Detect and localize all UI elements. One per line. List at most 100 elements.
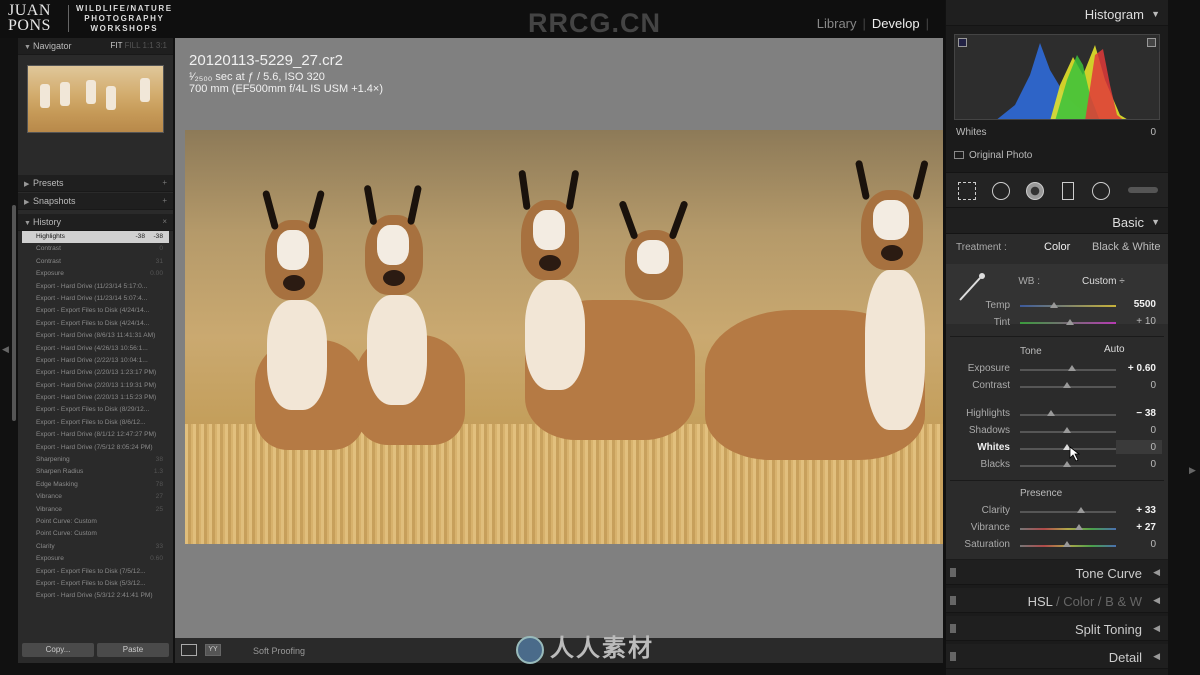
panel-switch-icon[interactable] [950,568,956,577]
navigator-header[interactable]: ▼ Navigator FIT FILL 1:1 3:1 [18,38,173,55]
contrast-value[interactable]: 0 [1112,380,1156,391]
history-item[interactable]: Vibrance 27 [22,491,169,503]
split-toning-header[interactable]: Split Toning ◀ [946,616,1168,641]
original-photo-toggle[interactable]: Original Photo [954,150,1032,161]
snapshots-header[interactable]: ▶ Snapshots + [18,193,173,210]
history-item[interactable]: Exposure 0.00 [22,268,169,280]
red-eye-icon[interactable] [1026,182,1044,200]
saturation-value[interactable]: 0 [1112,539,1156,550]
navigator-preview[interactable] [27,65,164,133]
clarity-slider-thumb[interactable] [1077,507,1085,513]
history-item[interactable]: Export - Hard Drive (8/6/13 11:41:31 AM) [22,330,169,342]
panel-switch-icon[interactable] [950,624,956,633]
vibrance-slider-thumb[interactable] [1075,524,1083,530]
history-scrollbar[interactable] [12,205,16,421]
panel-switch-icon[interactable] [950,596,956,605]
hsl-header[interactable]: HSL / Color / B & W ◀ [946,588,1168,613]
crop-tool-icon[interactable] [958,182,976,200]
temp-value[interactable]: 5500 [1112,299,1156,310]
vibrance-value[interactable]: + 27 [1112,522,1156,533]
add-snapshot-icon[interactable]: + [162,196,167,205]
clear-history-icon[interactable]: × [162,217,167,226]
exposure-slider-thumb[interactable] [1068,365,1076,371]
color-tab[interactable]: Color [1063,594,1094,609]
paste-button[interactable]: Paste [97,643,169,657]
adjustment-brush-icon[interactable] [1128,187,1158,193]
history-item[interactable]: Vibrance 25 [22,504,169,516]
history-item[interactable]: Highlights -38 -38 [22,231,169,244]
shadow-clipping-icon[interactable] [958,38,967,47]
clarity-slider[interactable] [1020,511,1116,513]
highlight-clipping-icon[interactable] [1147,38,1156,47]
before-after-icon[interactable]: YY [205,644,221,656]
history-item[interactable]: Sharpening 38 [22,454,169,466]
zoom-custom[interactable]: 3:1 [156,41,167,50]
highlights-slider-thumb[interactable] [1047,410,1055,416]
treatment-bw[interactable]: Black & White [1092,241,1160,253]
basic-header[interactable]: Basic ▼ [946,208,1168,234]
history-item[interactable]: Export - Hard Drive (2/20/13 1:23:17 PM) [22,367,169,379]
tint-slider-thumb[interactable] [1066,319,1074,325]
soft-proofing-label[interactable]: Soft Proofing [253,646,305,656]
history-item[interactable]: Export - Hard Drive (7/5/12 8:05:24 PM) [22,442,169,454]
blacks-value[interactable]: 0 [1112,459,1156,470]
right-panel-toggle-icon[interactable]: ▶ [1189,465,1196,476]
history-item[interactable]: Export - Export Files to Disk (8/6/12... [22,417,169,429]
contrast-slider-thumb[interactable] [1063,382,1071,388]
histogram-header[interactable]: Histogram ▼ [946,0,1168,26]
hsl-tab[interactable]: HSL [1028,594,1053,609]
auto-tone-button[interactable]: Auto [1104,344,1125,355]
history-item[interactable]: Export - Hard Drive (11/23/14 5:07:4... [22,293,169,305]
history-item[interactable]: Export - Hard Drive (8/1/12 12:47:27 PM) [22,429,169,441]
main-photo[interactable] [185,130,943,544]
treatment-color[interactable]: Color [1044,241,1070,253]
history-item[interactable]: Point Curve: Custom [22,516,169,528]
detail-header[interactable]: Detail ◀ [946,644,1168,669]
history-item[interactable]: Export - Hard Drive (11/23/14 5:17:0... [22,281,169,293]
history-item[interactable]: Export - Export Files to Disk (8/29/12..… [22,404,169,416]
temp-slider[interactable] [1020,305,1116,307]
history-item[interactable]: Export - Hard Drive (2/20/13 1:15:23 PM) [22,392,169,404]
saturation-slider-thumb[interactable] [1063,541,1071,547]
history-header[interactable]: ▼ History × [18,214,173,231]
history-item[interactable]: Export - Export Files to Disk (5/3/12... [22,578,169,590]
history-item[interactable]: Clarity 33 [22,541,169,553]
highlights-slider[interactable] [1020,414,1116,416]
module-library[interactable]: Library [817,16,857,31]
graduated-filter-icon[interactable] [1062,182,1074,200]
shadows-value[interactable]: 0 [1112,425,1156,436]
spot-removal-icon[interactable] [992,182,1010,200]
history-item[interactable]: Sharpen Radius 1.3 [22,466,169,478]
loupe-view-icon[interactable] [181,644,197,656]
copy-button[interactable]: Copy... [22,643,94,657]
history-item[interactable]: Export - Export Files to Disk (7/5/12... [22,566,169,578]
module-develop[interactable]: Develop [872,16,920,31]
whites-value[interactable]: 0 [1112,442,1156,453]
history-item[interactable]: Exposure 0.60 [22,553,169,565]
presets-header[interactable]: ▶ Presets + [18,175,173,192]
history-item[interactable]: Export - Hard Drive (2/20/13 1:19:31 PM) [22,380,169,392]
history-item[interactable]: Export - Hard Drive (2/22/13 10:04:1... [22,355,169,367]
history-item[interactable]: Export - Hard Drive (5/3/12 2:41:41 PM) [22,590,169,602]
tint-value[interactable]: + 10 [1112,316,1156,327]
history-item[interactable]: Export - Hard Drive (4/26/13 10:56:1... [22,343,169,355]
radial-filter-icon[interactable] [1092,182,1110,200]
add-preset-icon[interactable]: + [162,178,167,187]
history-item[interactable]: Export - Export Files to Disk (4/24/14..… [22,318,169,330]
zoom-1-1[interactable]: 1:1 [143,41,154,50]
vibrance-slider[interactable] [1020,528,1116,530]
highlights-value[interactable]: − 38 [1112,408,1156,419]
original-photo-checkbox[interactable] [954,151,964,160]
left-panel-toggle-icon[interactable]: ◀ [2,344,9,355]
zoom-fill[interactable]: FILL [125,41,141,50]
wb-select[interactable]: Custom ÷ [1082,276,1125,287]
blacks-slider-thumb[interactable] [1063,461,1071,467]
history-item[interactable]: Export - Export Files to Disk (4/24/14..… [22,305,169,317]
zoom-fit[interactable]: FIT [110,41,122,50]
clarity-value[interactable]: + 33 [1112,505,1156,516]
history-item[interactable]: Point Curve: Custom [22,528,169,540]
history-item[interactable]: Edge Masking 78 [22,479,169,491]
tone-curve-header[interactable]: Tone Curve ◀ [946,560,1168,585]
shadows-slider-thumb[interactable] [1063,427,1071,433]
histogram-graph[interactable] [954,34,1160,120]
